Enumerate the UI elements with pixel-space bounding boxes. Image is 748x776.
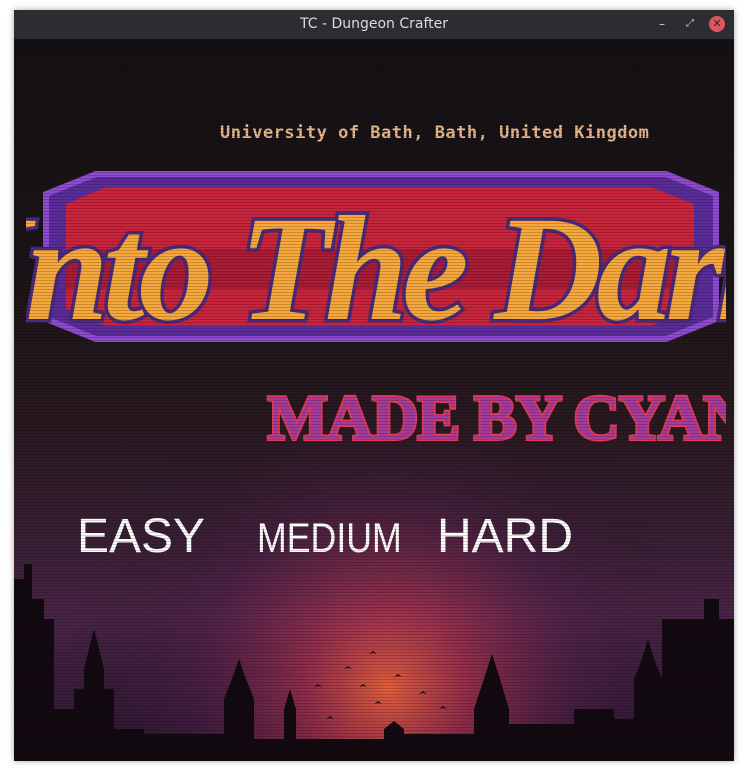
building-far-right	[662, 599, 734, 761]
building-center-right	[404, 734, 474, 761]
maximize-icon[interactable]: ⤢	[682, 16, 698, 32]
bird	[344, 666, 352, 669]
hard-button[interactable]: HARD	[437, 509, 573, 564]
bird	[369, 651, 377, 654]
game-logo: Into The Dark MADE BY CYAN	[26, 171, 726, 449]
building-center-left	[144, 734, 224, 761]
logo-credit-text: MADE BY CYAN	[267, 382, 726, 449]
bird	[394, 674, 402, 677]
bird	[374, 701, 382, 704]
minimize-icon[interactable]: –	[654, 16, 670, 32]
logo-title-text: Into The Dark	[26, 186, 726, 352]
university-caption: University of Bath, Bath, United Kingdom	[220, 123, 650, 143]
building-left	[14, 564, 54, 761]
building-mid-right	[614, 719, 634, 761]
tower-left	[224, 659, 254, 761]
bird	[326, 716, 334, 719]
app-window: TC - Dungeon Crafter – ⤢ ✕ University of…	[14, 10, 734, 761]
building-center	[254, 721, 404, 761]
bird	[314, 684, 322, 687]
spire-right	[474, 654, 509, 761]
bird	[439, 706, 447, 709]
title-bar[interactable]: TC - Dungeon Crafter – ⤢ ✕	[14, 10, 734, 39]
building-silhouettes	[14, 564, 734, 761]
medium-button[interactable]: MEDIUM	[257, 514, 402, 562]
close-icon[interactable]: ✕	[709, 16, 725, 32]
bird	[359, 684, 367, 687]
building-right	[509, 709, 614, 761]
building-mid-left	[54, 689, 144, 761]
tower-right	[634, 639, 662, 761]
easy-button[interactable]: EASY	[77, 509, 205, 564]
game-canvas: University of Bath, Bath, United Kingdom…	[14, 39, 734, 761]
bird	[419, 691, 427, 694]
city-skyline	[14, 564, 734, 761]
bird-flock	[289, 651, 447, 719]
window-title: TC - Dungeon Crafter	[299, 16, 449, 32]
